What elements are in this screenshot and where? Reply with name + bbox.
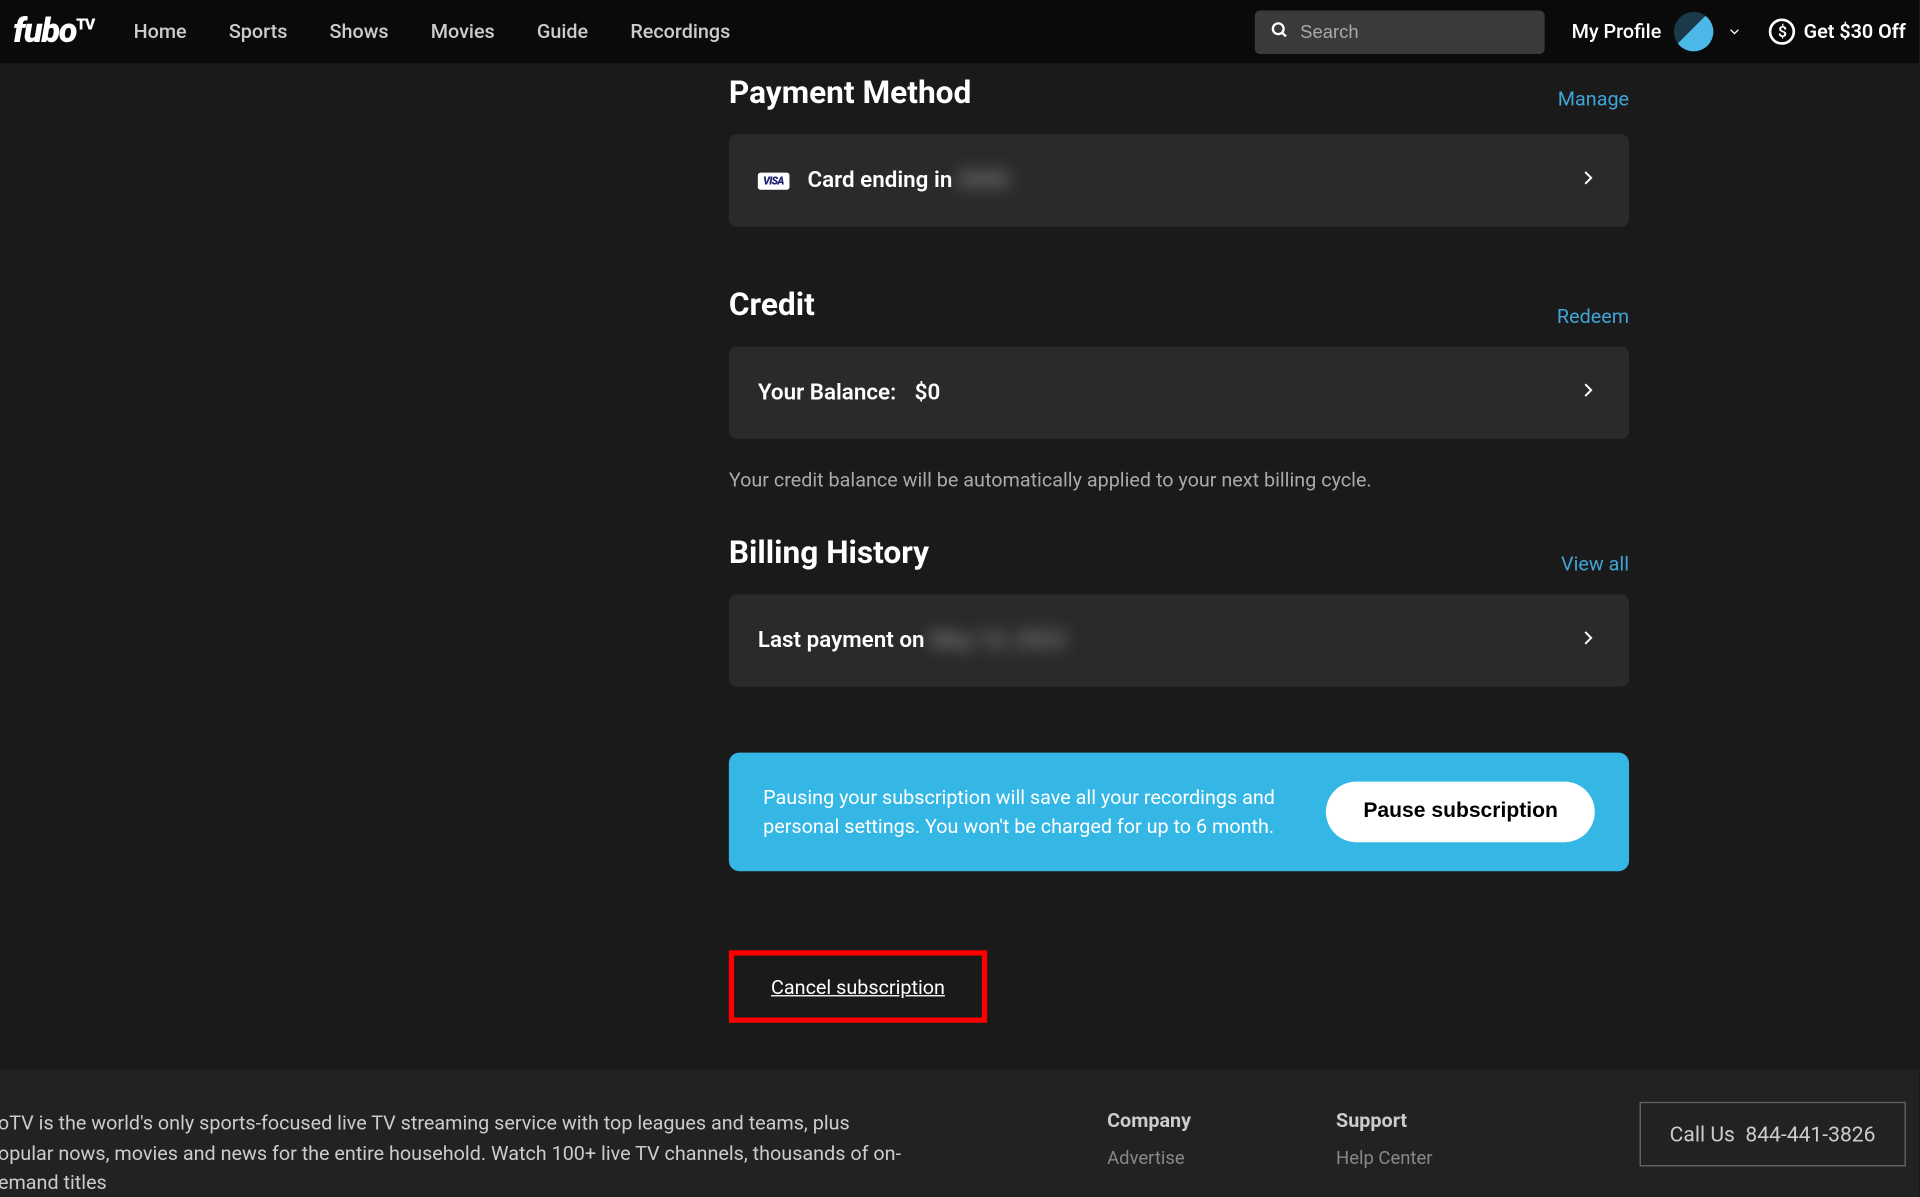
- redeem-link[interactable]: Redeem: [1557, 304, 1629, 328]
- footer-company-column: Company Advertise: [1107, 1108, 1191, 1197]
- header-right: My Profile $ Get $30 Off: [1255, 10, 1905, 53]
- card-last-digits: 0000: [958, 167, 1009, 193]
- call-us-button[interactable]: Call Us 844-441-3826: [1639, 1102, 1906, 1167]
- profile-dropdown[interactable]: My Profile: [1572, 12, 1743, 52]
- nav-guide[interactable]: Guide: [537, 20, 588, 44]
- footer: boTV is the world's only sports-focused …: [0, 1069, 1919, 1197]
- call-us-number: 844-441-3826: [1745, 1122, 1875, 1147]
- pause-subscription-button[interactable]: Pause subscription: [1326, 782, 1594, 843]
- chevron-right-icon: [1576, 625, 1600, 655]
- payment-card-content: VISA Card ending in 0000: [758, 167, 1009, 193]
- call-us-label: Call Us: [1670, 1122, 1735, 1147]
- billing-history-section: Billing History View all Last payment on…: [729, 534, 1919, 687]
- billing-header: Billing History View all: [729, 534, 1629, 595]
- balance-value: $0: [915, 380, 941, 406]
- search-box[interactable]: [1255, 10, 1545, 53]
- billing-title: Billing History: [729, 534, 929, 571]
- chevron-right-icon: [1576, 378, 1600, 408]
- main-content: Payment Method Manage VISA Card ending i…: [0, 63, 1919, 1023]
- payment-method-section: Payment Method Manage VISA Card ending i…: [729, 63, 1919, 226]
- chevron-down-icon: [1727, 19, 1743, 44]
- search-input[interactable]: [1300, 21, 1529, 42]
- billing-content: Last payment on May 10, 2022: [758, 627, 1066, 653]
- cancel-highlight-box: Cancel subscription: [729, 950, 987, 1022]
- payment-card-row[interactable]: VISA Card ending in 0000: [729, 134, 1629, 226]
- nav: Home Sports Shows Movies Guide Recording…: [134, 20, 731, 44]
- footer-about-text: boTV is the world's only sports-focused …: [0, 1108, 909, 1197]
- cancel-section: Cancel subscription: [729, 950, 1629, 1022]
- header: fuboTV Home Sports Shows Movies Guide Re…: [0, 0, 1919, 63]
- nav-recordings[interactable]: Recordings: [630, 20, 730, 44]
- get-off-label: Get $30 Off: [1804, 20, 1906, 44]
- nav-sports[interactable]: Sports: [229, 20, 288, 44]
- billing-last-payment-row[interactable]: Last payment on May 10, 2022: [729, 594, 1629, 686]
- card-label: Card ending in 0000: [807, 167, 1009, 193]
- chevron-right-icon: [1576, 165, 1600, 195]
- credit-header: Credit Redeem: [729, 286, 1629, 347]
- footer-help-link[interactable]: Help Center: [1336, 1148, 1432, 1169]
- visa-icon: VISA: [758, 172, 789, 189]
- footer-advertise-link[interactable]: Advertise: [1107, 1148, 1191, 1169]
- pause-banner: Pausing your subscription will save all …: [729, 753, 1629, 872]
- search-icon: [1271, 19, 1289, 44]
- credit-section: Credit Redeem Your Balance: $0 Your cred…: [729, 286, 1919, 492]
- card-ending-label: Card ending in: [807, 167, 952, 193]
- balance-label: Your Balance:: [758, 380, 896, 406]
- logo-suffix: TV: [76, 15, 94, 33]
- footer-company-title: Company: [1107, 1108, 1191, 1132]
- last-payment-date: May 10, 2022: [930, 627, 1066, 653]
- footer-support-title: Support: [1336, 1108, 1432, 1132]
- dollar-icon: $: [1769, 18, 1795, 44]
- nav-shows[interactable]: Shows: [330, 20, 389, 44]
- credit-balance-row[interactable]: Your Balance: $0: [729, 347, 1629, 439]
- credit-balance-content: Your Balance: $0: [758, 380, 940, 406]
- credit-note: Your credit balance will be automaticall…: [729, 468, 1629, 492]
- nav-home[interactable]: Home: [134, 20, 187, 44]
- nav-movies[interactable]: Movies: [431, 20, 495, 44]
- last-payment-text: Last payment on: [758, 627, 925, 653]
- payment-method-title: Payment Method: [729, 74, 971, 111]
- last-payment-label: Last payment on May 10, 2022: [758, 627, 1066, 653]
- my-profile-label: My Profile: [1572, 20, 1662, 44]
- logo-text: fubo: [13, 12, 76, 52]
- view-all-link[interactable]: View all: [1561, 552, 1629, 576]
- logo[interactable]: fuboTV: [13, 12, 94, 52]
- credit-title: Credit: [729, 286, 815, 323]
- manage-link[interactable]: Manage: [1558, 87, 1629, 111]
- footer-columns: Company Advertise Support Help Center: [1107, 1108, 1432, 1197]
- cancel-subscription-link[interactable]: Cancel subscription: [771, 975, 945, 999]
- footer-support-column: Support Help Center: [1336, 1108, 1432, 1197]
- avatar: [1674, 12, 1714, 52]
- pause-text: Pausing your subscription will save all …: [763, 782, 1303, 841]
- get-off-button[interactable]: $ Get $30 Off: [1769, 18, 1905, 44]
- payment-method-header: Payment Method Manage: [729, 63, 1629, 134]
